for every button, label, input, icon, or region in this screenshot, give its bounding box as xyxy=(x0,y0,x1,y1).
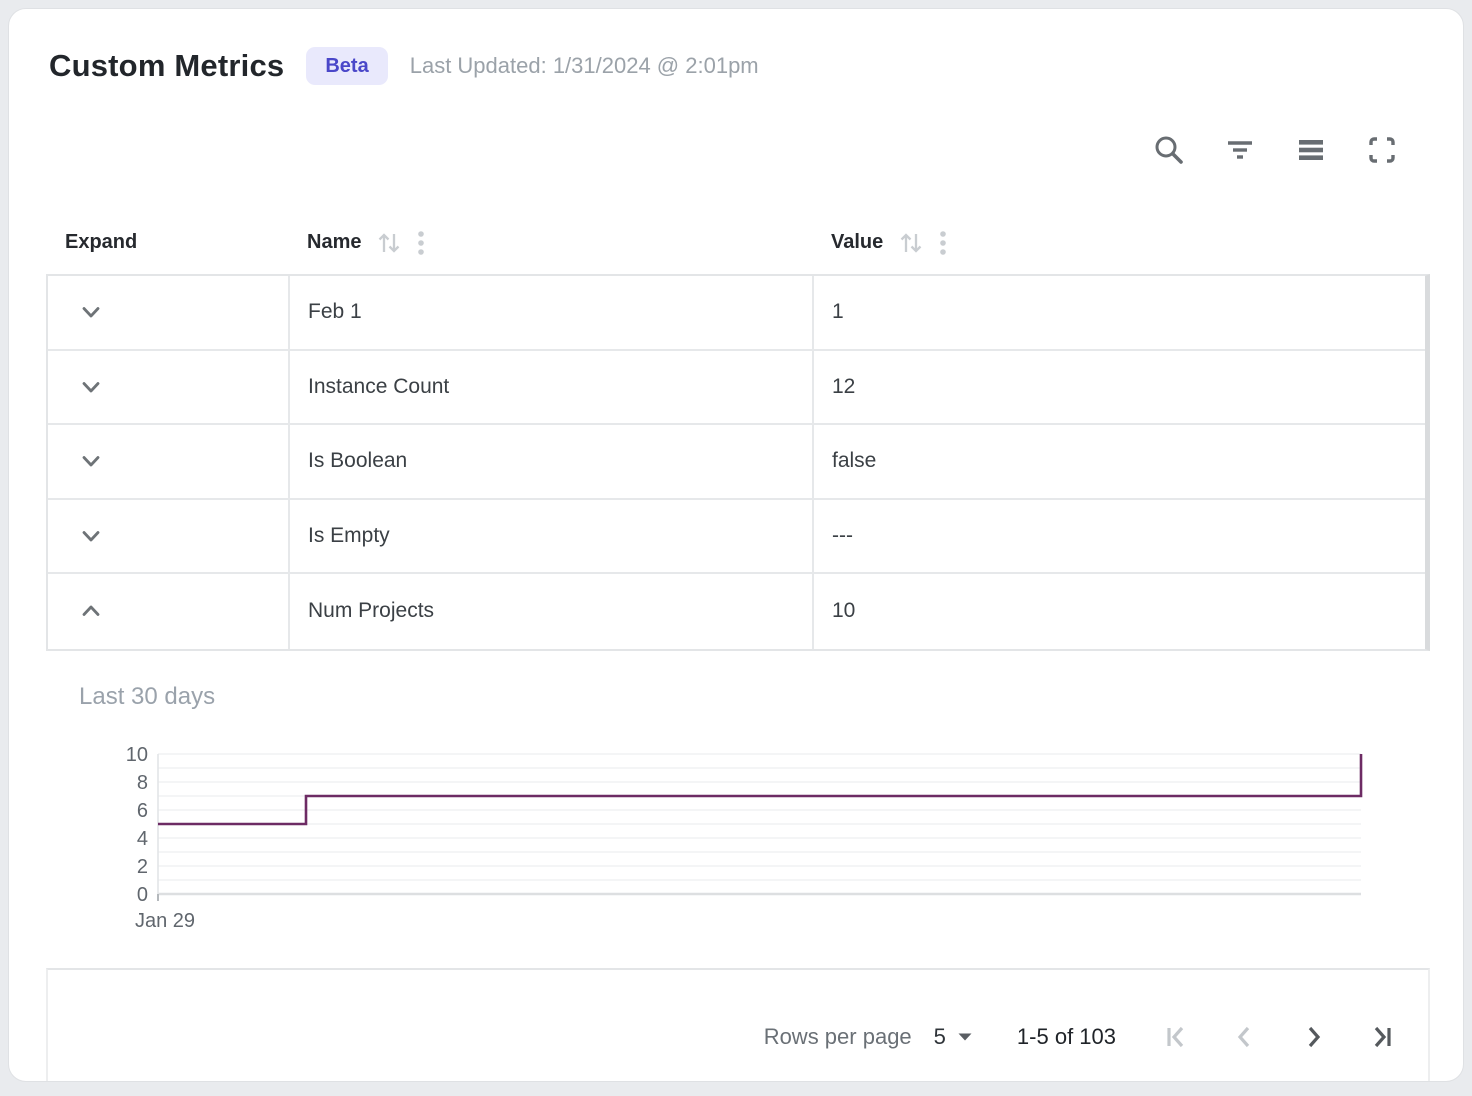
dropdown-caret-icon xyxy=(957,1032,973,1042)
column-header-name: Name xyxy=(288,229,812,257)
rows-per-page-select[interactable]: 5 xyxy=(934,1024,973,1050)
expand-button[interactable] xyxy=(75,296,107,328)
row-name: Num Projects xyxy=(308,599,434,623)
last-page-button[interactable] xyxy=(1362,1018,1400,1056)
svg-text:10: 10 xyxy=(126,746,148,766)
row-value: 10 xyxy=(832,599,855,623)
table-row: Feb 1 1 xyxy=(48,276,1425,351)
expand-cell xyxy=(48,574,288,649)
svg-text:4: 4 xyxy=(137,828,148,850)
value-column-menu-button[interactable] xyxy=(939,229,947,257)
row-value: false xyxy=(832,449,876,473)
search-icon xyxy=(1152,133,1186,167)
column-label: Expand xyxy=(65,231,137,254)
row-value: 1 xyxy=(832,300,844,324)
column-menu-dots-icon xyxy=(417,229,425,257)
search-button[interactable] xyxy=(1152,133,1186,167)
expand-button[interactable] xyxy=(75,371,107,403)
page-header: Custom Metrics Beta Last Updated: 1/31/2… xyxy=(49,47,759,85)
metric-name-cell: Feb 1 xyxy=(288,276,812,349)
column-header-expand: Expand xyxy=(46,231,288,254)
column-header-value: Value xyxy=(812,229,1430,257)
column-menu-dots-icon xyxy=(939,229,947,257)
table-row: Is Boolean false xyxy=(48,425,1425,500)
metric-value-cell: 10 xyxy=(812,574,1425,649)
density-icon xyxy=(1294,133,1328,167)
chevron-left-icon xyxy=(1230,1022,1260,1052)
metric-name-cell: Is Boolean xyxy=(288,425,812,498)
beta-badge: Beta xyxy=(306,47,387,85)
table-header-row: Expand Name Value xyxy=(46,211,1430,274)
pager-controls xyxy=(1158,1018,1400,1056)
row-name: Is Boolean xyxy=(308,449,407,473)
custom-metrics-card: Custom Metrics Beta Last Updated: 1/31/2… xyxy=(8,8,1464,1082)
metric-name-cell: Is Empty xyxy=(288,500,812,573)
pagination-footer: Rows per page 5 1-5 of 103 xyxy=(46,968,1430,1082)
expand-button[interactable] xyxy=(75,445,107,477)
svg-text:Jan 29: Jan 29 xyxy=(135,910,195,932)
row-name: Is Empty xyxy=(308,524,390,548)
filter-icon xyxy=(1223,133,1257,167)
svg-text:2: 2 xyxy=(137,856,148,878)
last-page-icon xyxy=(1366,1022,1396,1052)
table-body: Feb 1 1 Instance Count 12 xyxy=(46,274,1430,651)
metric-name-cell: Num Projects xyxy=(288,574,812,649)
row-value: --- xyxy=(832,524,853,548)
last-updated-text: Last Updated: 1/31/2024 @ 2:01pm xyxy=(410,53,759,79)
table-row: Is Empty --- xyxy=(48,500,1425,575)
chevron-down-icon xyxy=(78,374,104,400)
sort-icon xyxy=(374,230,404,256)
grid-toolbar xyxy=(1152,133,1399,167)
table-row: Num Projects 10 xyxy=(48,574,1425,649)
metric-value-cell: false xyxy=(812,425,1425,498)
svg-text:6: 6 xyxy=(137,800,148,822)
chevron-right-icon xyxy=(1298,1022,1328,1052)
num-projects-step-chart: 0 2 4 6 8 10 Jan 29 xyxy=(109,746,1379,936)
rows-per-page-value: 5 xyxy=(934,1024,946,1050)
svg-text:8: 8 xyxy=(137,772,148,794)
sort-name-button[interactable]: Name xyxy=(307,230,404,256)
expand-button[interactable] xyxy=(75,520,107,552)
chevron-down-icon xyxy=(78,523,104,549)
chevron-up-icon xyxy=(78,598,104,624)
chart-title: Last 30 days xyxy=(79,683,215,711)
metric-name-cell: Instance Count xyxy=(288,351,812,424)
expand-button[interactable] xyxy=(75,595,107,627)
rows-per-page-label: Rows per page xyxy=(764,1024,912,1050)
sort-icon xyxy=(896,230,926,256)
density-button[interactable] xyxy=(1294,133,1328,167)
previous-page-button[interactable] xyxy=(1226,1018,1264,1056)
chevron-down-icon xyxy=(78,299,104,325)
fullscreen-icon xyxy=(1365,133,1399,167)
expand-cell xyxy=(48,351,288,424)
column-label: Value xyxy=(831,231,883,254)
pagination-range-label: 1-5 of 103 xyxy=(1017,1024,1116,1050)
first-page-icon xyxy=(1162,1022,1192,1052)
table-row: Instance Count 12 xyxy=(48,351,1425,426)
fullscreen-button[interactable] xyxy=(1365,133,1399,167)
filter-button[interactable] xyxy=(1223,133,1257,167)
svg-text:0: 0 xyxy=(137,884,148,906)
name-column-menu-button[interactable] xyxy=(417,229,425,257)
row-name: Feb 1 xyxy=(308,300,362,324)
next-page-button[interactable] xyxy=(1294,1018,1332,1056)
sort-value-button[interactable]: Value xyxy=(831,230,926,256)
metric-value-cell: --- xyxy=(812,500,1425,573)
row-name: Instance Count xyxy=(308,375,449,399)
column-label: Name xyxy=(307,231,361,254)
row-value: 12 xyxy=(832,375,855,399)
expand-cell xyxy=(48,425,288,498)
first-page-button[interactable] xyxy=(1158,1018,1196,1056)
metric-value-cell: 12 xyxy=(812,351,1425,424)
expand-cell xyxy=(48,500,288,573)
page-title: Custom Metrics xyxy=(49,48,284,84)
expand-cell xyxy=(48,276,288,349)
metric-value-cell: 1 xyxy=(812,276,1425,349)
chevron-down-icon xyxy=(78,448,104,474)
